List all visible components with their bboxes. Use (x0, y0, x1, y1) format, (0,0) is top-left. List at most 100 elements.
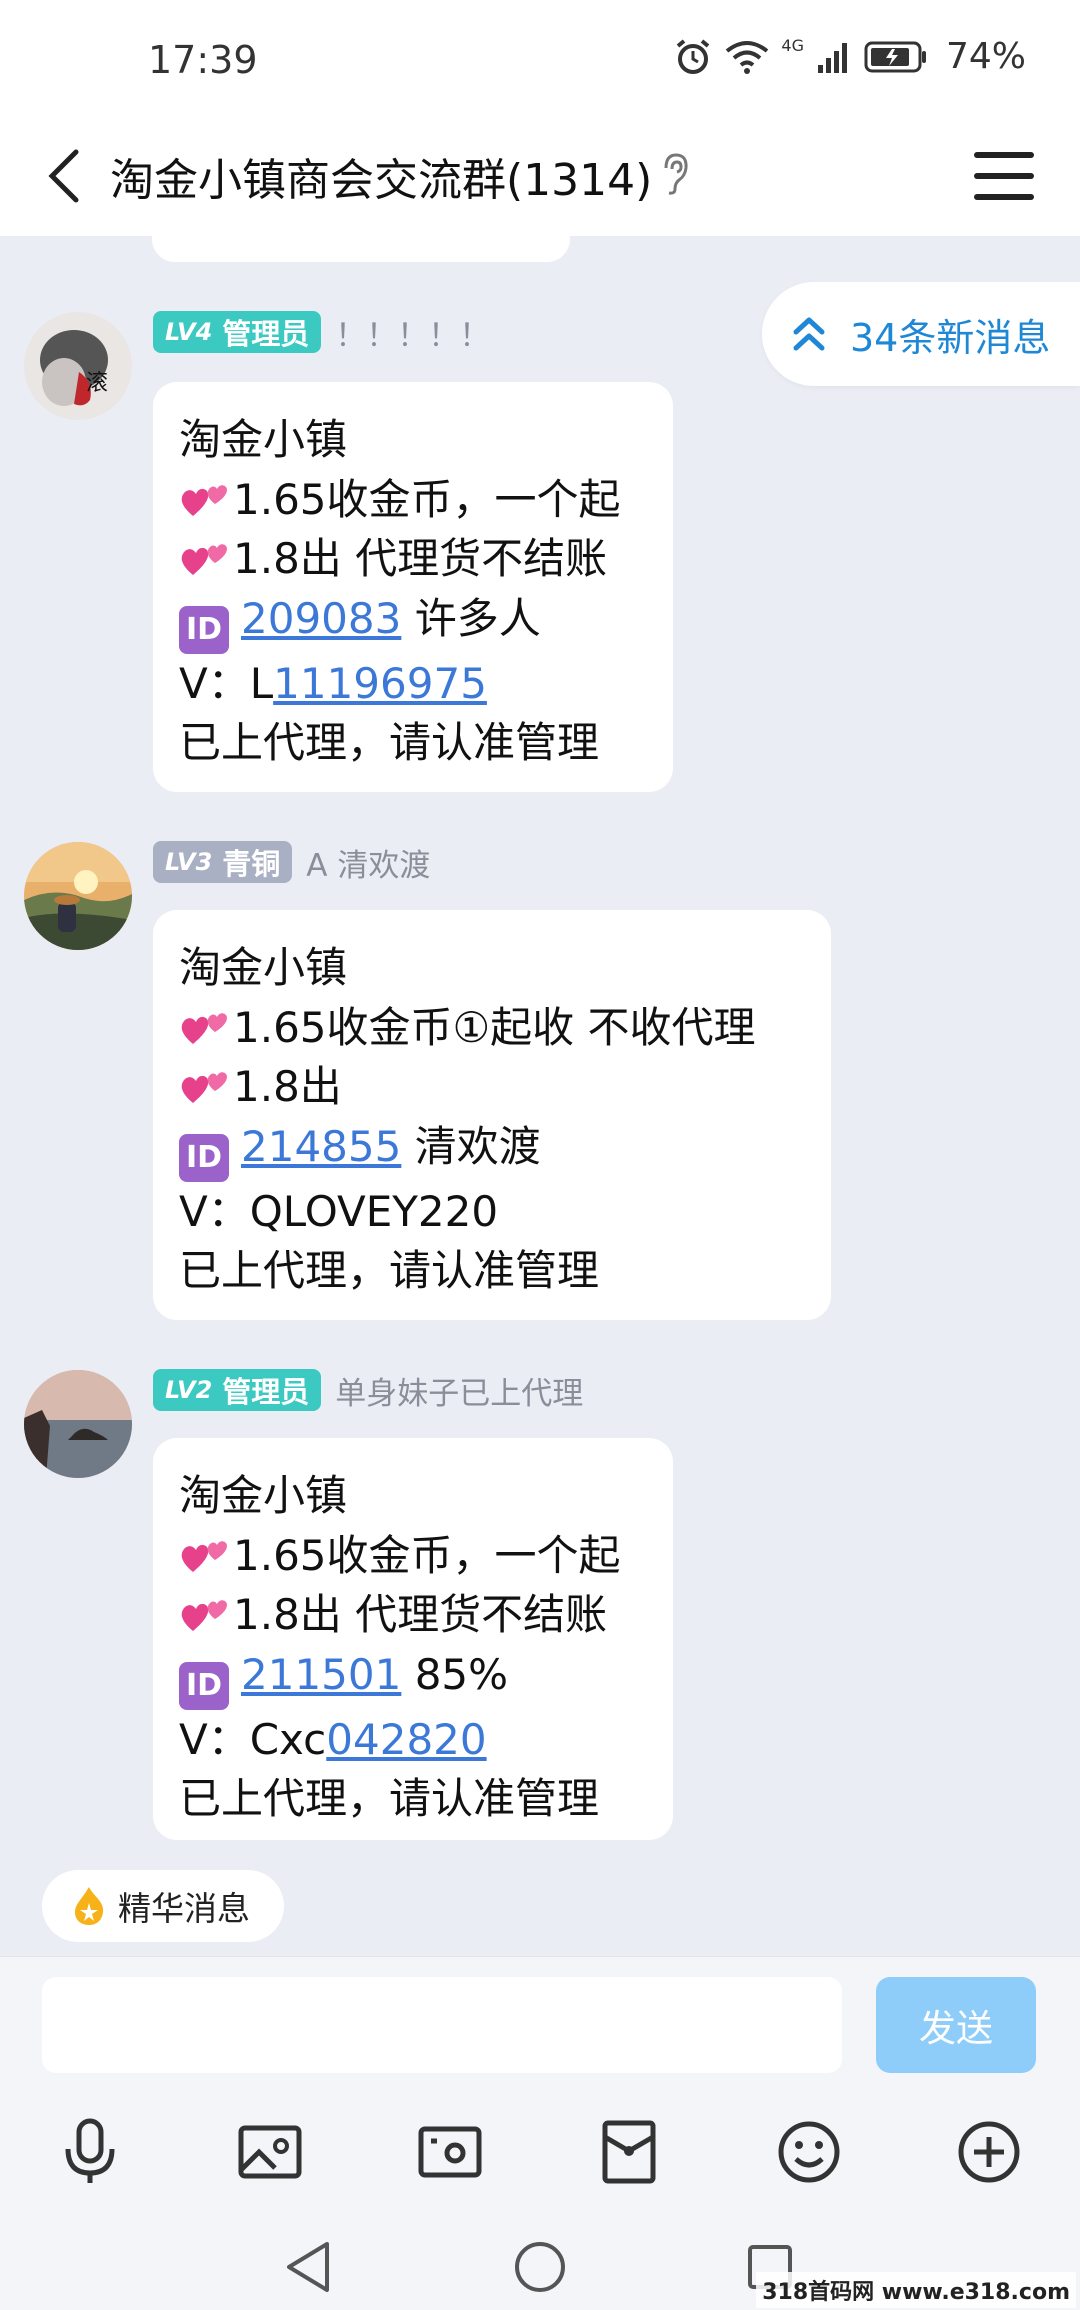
status-icons: 4G 74% (673, 36, 1026, 77)
message-line: ID 211501 85% (179, 1645, 647, 1710)
message-text: 1.8出 代理货不结账 (233, 1590, 608, 1639)
status-bar: 17:39 4G 74% (0, 0, 1080, 118)
role-text: 管理员 (222, 1375, 310, 1409)
two-hearts-icon (181, 484, 227, 516)
id-number-link[interactable]: 214855 (241, 1122, 401, 1171)
message-line: 淘金小镇 (179, 415, 348, 464)
message-input[interactable] (42, 1977, 842, 2073)
chevron-left-icon (48, 149, 79, 203)
level-badge: LV2 管理员 (153, 1369, 322, 1411)
wifi-icon (726, 40, 769, 74)
message-bubble[interactable]: 淘金小镇 1.65收金币，一个起 1.8出 代理货不结账 ID 211501 85… (153, 1438, 673, 1840)
alarm-icon (677, 38, 710, 74)
camera-icon[interactable] (405, 2107, 495, 2197)
level-text: LV4 (165, 318, 213, 346)
message-text: V：Cxc (179, 1714, 327, 1764)
message-text: 1.65收金币，一个起 (233, 1530, 621, 1580)
svg-text:滚: 滚 (86, 371, 108, 396)
message-text: 1.65收金币，一个起 (233, 474, 621, 524)
message-line: ID 214855 清欢渡 (179, 1117, 805, 1182)
essence-bar: 精华消息 (0, 1856, 1080, 1956)
role-text: 青铜 (222, 847, 281, 881)
role-text: 管理员 (222, 317, 310, 351)
title-bar: 淘金小镇商会交流群(1314) (0, 118, 1080, 236)
composer: 发送 318首码网 www.e318.com (0, 1956, 1080, 2310)
essence-label: 精华消息 (118, 1889, 250, 1928)
microphone-icon[interactable] (45, 2107, 135, 2197)
red-packet-icon[interactable] (584, 2107, 674, 2197)
home-circle-icon[interactable] (500, 2227, 580, 2307)
message-line: 1.65收金币，一个起 (179, 1526, 647, 1586)
message-text: 清欢渡 (401, 1121, 541, 1171)
signal-icon (817, 42, 847, 73)
id-icon: ID (179, 1661, 229, 1710)
message-line: 淘金小镇 (179, 943, 348, 992)
sender-line: LV3 青铜 A 清欢渡 (153, 840, 430, 884)
menu-button[interactable] (974, 146, 1034, 206)
flame-icon (75, 1887, 104, 1925)
message-line: 已上代理，请认准管理 (179, 1774, 600, 1823)
message-line: 已上代理，请认准管理 (179, 1246, 600, 1295)
message-line: 1.65收金币，一个起 (179, 470, 647, 530)
message-line: 淘金小镇 (179, 1471, 348, 1520)
chat-title[interactable]: 淘金小镇商会交流群(1314) (110, 144, 652, 208)
double-chevron-up-icon (793, 317, 825, 351)
ear-mode-icon[interactable] (660, 152, 690, 200)
level-badge: LV4 管理员 (153, 311, 322, 353)
plus-icon[interactable] (944, 2107, 1034, 2197)
id-icon: ID (179, 1133, 229, 1182)
two-hearts-icon (181, 1072, 227, 1103)
level-text: LV2 (165, 1376, 213, 1404)
id-icon: ID (179, 605, 229, 654)
message-line: 1.8出 (179, 1057, 805, 1117)
sender-line: LV2 管理员 单身妹子已上代理 (153, 1368, 583, 1412)
two-hearts-icon (181, 544, 227, 575)
message-line: V：QLOVEY220 (179, 1186, 499, 1236)
message-line: ID 209083 许多人 (179, 589, 647, 654)
message-text: 1.65收金币①起收 不收代理 (233, 1002, 756, 1052)
level-badge: LV3 青铜 (153, 841, 293, 883)
menu-bar-line (974, 152, 1034, 158)
essence-messages-button[interactable]: 精华消息 (42, 1870, 284, 1942)
back-button[interactable] (28, 140, 100, 212)
sender-nickname[interactable]: A 清欢渡 (306, 840, 430, 885)
send-button[interactable]: 发送 (876, 1977, 1036, 2073)
message-text: 许多人 (401, 593, 541, 643)
battery-icon (864, 41, 926, 72)
avatar[interactable] (24, 1370, 132, 1478)
sender-nickname[interactable]: 单身妹子已上代理 (335, 1368, 583, 1413)
message-line: 1.65收金币①起收 不收代理 (179, 998, 805, 1058)
status-time: 17:39 (148, 38, 258, 82)
phone-number-link[interactable]: 042820 (326, 1715, 486, 1764)
back-triangle-icon[interactable] (268, 2227, 348, 2307)
image-icon[interactable] (225, 2107, 315, 2197)
new-messages-label: 34条新消息 (850, 315, 1051, 360)
message-line: 已上代理，请认准管理 (179, 718, 600, 767)
menu-bar-line (974, 194, 1034, 200)
emoji-icon[interactable] (764, 2107, 854, 2197)
network-type: 4G (781, 36, 804, 55)
avatar[interactable]: 滚 (24, 312, 132, 420)
message-line: 1.8出 代理货不结账 (179, 529, 647, 589)
message-line: V：L11196975 (179, 654, 647, 714)
composer-toolbar (0, 2107, 1080, 2197)
message-text: 1.8出 (233, 1062, 342, 1111)
message-text: V：L (179, 658, 274, 708)
sender-nickname[interactable]: ！！！！！ (335, 310, 490, 355)
id-number-link[interactable]: 211501 (241, 1650, 401, 1699)
phone-number-link[interactable]: 11196975 (273, 659, 487, 708)
sender-line: LV4 管理员 ！！！！！ (153, 310, 490, 354)
message-bubble[interactable]: 淘金小镇 1.65收金币①起收 不收代理 1.8出 ID 214855 清欢渡 V… (153, 910, 831, 1320)
menu-bar-line (974, 173, 1034, 179)
two-hearts-icon (181, 1012, 227, 1044)
site-watermark: 318首码网 www.e318.com (756, 2272, 1076, 2308)
message-text: 85% (401, 1649, 509, 1699)
previous-message-bubble[interactable] (152, 236, 570, 262)
message-bubble[interactable]: 淘金小镇 1.65收金币，一个起 1.8出 代理货不结账 ID 209083 许多… (153, 382, 673, 792)
battery-percent: 74% (945, 36, 1026, 77)
avatar[interactable] (24, 842, 132, 950)
chat-message-list[interactable]: 34条新消息 滚 LV4 管理员 ！！！！！ 淘金小镇 1.65收金币，一个起 … (0, 236, 1080, 1856)
level-text: LV3 (165, 848, 213, 876)
new-messages-button[interactable]: 34条新消息 (762, 282, 1080, 386)
id-number-link[interactable]: 209083 (241, 594, 401, 643)
